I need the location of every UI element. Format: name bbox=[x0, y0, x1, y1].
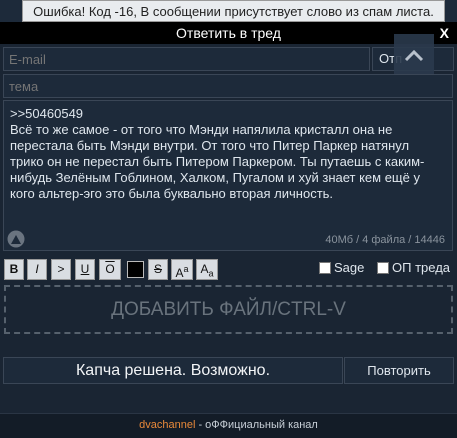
bold-button[interactable]: B bbox=[4, 259, 24, 280]
file-dropzone[interactable]: ДОБАВИТЬ ФАЙЛ/CTRL-V bbox=[4, 285, 453, 334]
reply-title: Ответить в тред bbox=[176, 25, 281, 41]
channel-link[interactable]: dvachannel bbox=[139, 419, 195, 431]
op-checkbox-box[interactable] bbox=[377, 261, 389, 274]
superscript-mark: a bbox=[183, 264, 189, 274]
italic-button[interactable]: I bbox=[27, 259, 47, 280]
overline-button[interactable]: O bbox=[99, 259, 121, 280]
captcha-retry-button[interactable]: Повторить bbox=[344, 357, 454, 384]
superscript-base: A bbox=[175, 266, 184, 280]
email-field[interactable] bbox=[3, 47, 370, 71]
reply-title-bar[interactable]: Ответить в тред X bbox=[0, 22, 457, 44]
message-text: Всё то же самое - от того что Мэнди напя… bbox=[10, 122, 425, 201]
footer-text: - оФФициальный канал bbox=[195, 419, 318, 431]
footer: dvachannel - оФФициальный канал bbox=[0, 413, 457, 438]
close-button[interactable]: X bbox=[440, 22, 449, 44]
scroll-up-button[interactable] bbox=[394, 34, 434, 76]
op-label: ОП треда bbox=[392, 260, 451, 275]
subscript-button[interactable]: Aa bbox=[196, 259, 218, 280]
op-checkbox[interactable]: ОП треда bbox=[377, 260, 450, 275]
reply-reference: >>50460549 bbox=[10, 106, 84, 121]
quote-button[interactable]: > bbox=[51, 259, 71, 280]
upload-limits: 40Мб / 4 файла / 14446 bbox=[325, 234, 445, 246]
sail-icon[interactable] bbox=[7, 230, 25, 248]
sage-checkbox-box[interactable] bbox=[319, 261, 331, 274]
strike-button[interactable]: S bbox=[148, 259, 168, 280]
subject-field[interactable] bbox=[3, 74, 453, 98]
color-picker-button[interactable] bbox=[127, 261, 144, 278]
error-toast: Ошибка! Код -16, В сообщении присутствуе… bbox=[22, 0, 445, 22]
chevron-up-icon bbox=[404, 49, 424, 62]
subscript-base: A bbox=[200, 262, 209, 276]
captcha-status: Капча решена. Возможно. bbox=[3, 357, 343, 384]
message-textarea[interactable]: >>50460549 Всё то же самое - от того что… bbox=[3, 100, 453, 251]
underline-button[interactable]: U bbox=[75, 259, 95, 280]
subscript-mark: a bbox=[208, 268, 214, 279]
superscript-button[interactable]: Aa bbox=[171, 259, 193, 280]
sage-label: Sage bbox=[334, 260, 365, 275]
sage-checkbox[interactable]: Sage bbox=[319, 260, 364, 275]
